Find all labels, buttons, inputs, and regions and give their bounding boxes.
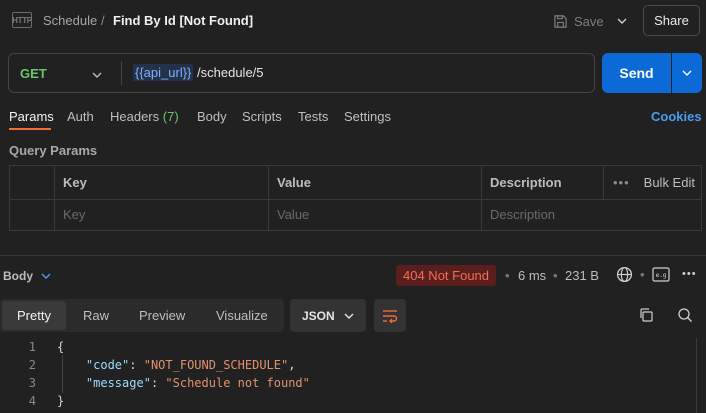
line-number: 4 xyxy=(28,394,36,408)
page-title[interactable]: Find By Id [Not Found] xyxy=(113,13,253,28)
separator-dot: • xyxy=(640,267,645,282)
chevron-down-icon xyxy=(344,313,354,319)
description-input[interactable]: Description xyxy=(490,207,555,222)
response-code[interactable]: 1 2 3 4 { "code": "NOT_FOUND_SCHEDULE", … xyxy=(0,338,700,413)
globe-icon[interactable] xyxy=(616,266,633,286)
column-description: Description xyxy=(490,175,562,190)
key-input[interactable]: Key xyxy=(63,207,85,222)
save-example-icon[interactable]: e.g xyxy=(652,267,670,285)
line-number: 3 xyxy=(28,376,36,390)
wrap-lines-button[interactable] xyxy=(374,299,406,332)
search-icon[interactable] xyxy=(677,307,693,326)
save-icon xyxy=(554,14,567,28)
separator-dot: • xyxy=(553,268,558,283)
svg-text:e.g: e.g xyxy=(656,272,667,279)
http-icon: HTTP xyxy=(12,12,32,28)
tab-body[interactable]: Body xyxy=(197,109,227,124)
tab-params[interactable]: Params xyxy=(9,109,54,124)
code-line: "message": "Schedule not found" xyxy=(85,376,310,390)
query-params-title: Query Params xyxy=(9,143,98,158)
value-input[interactable]: Value xyxy=(277,207,309,222)
code-line: "code": "NOT_FOUND_SCHEDULE", xyxy=(85,358,296,372)
chevron-down-icon xyxy=(41,273,51,279)
method-select[interactable]: GET xyxy=(20,66,47,81)
chevron-down-icon xyxy=(682,70,692,76)
tab-tests[interactable]: Tests xyxy=(298,109,328,124)
url-variable: {{api_url}} xyxy=(133,64,194,81)
response-body-label: Body xyxy=(3,269,33,283)
code-line: { xyxy=(57,340,65,354)
response-size[interactable]: 231 B xyxy=(565,268,599,283)
column-key: Key xyxy=(63,175,87,190)
active-tab-indicator xyxy=(9,128,51,130)
share-button[interactable]: Share xyxy=(643,5,700,36)
bulk-edit-button[interactable]: ••• Bulk Edit xyxy=(613,175,695,190)
url-divider xyxy=(121,61,122,85)
more-icon[interactable]: ••• xyxy=(682,268,697,280)
column-value: Value xyxy=(277,175,311,190)
send-options-button[interactable] xyxy=(672,53,702,93)
url-path: /schedule/5 xyxy=(193,65,264,80)
chevron-down-icon xyxy=(617,18,627,24)
view-preview[interactable]: Preview xyxy=(139,308,185,323)
separator-dot: • xyxy=(505,268,510,283)
more-icon: ••• xyxy=(613,175,630,190)
save-button[interactable]: Save xyxy=(553,8,604,34)
view-visualize[interactable]: Visualize xyxy=(216,308,268,323)
tab-scripts[interactable]: Scripts xyxy=(242,109,282,124)
tab-settings[interactable]: Settings xyxy=(344,109,391,124)
tab-headers[interactable]: Headers (7) xyxy=(110,109,179,124)
breadcrumb-separator: / xyxy=(101,13,105,28)
breadcrumb-parent[interactable]: Schedule xyxy=(43,13,97,28)
code-line: } xyxy=(57,394,65,408)
response-time[interactable]: 6 ms xyxy=(518,268,546,283)
response-body-toggle[interactable]: Body xyxy=(3,269,51,283)
copy-icon[interactable] xyxy=(638,307,654,326)
view-raw[interactable]: Raw xyxy=(83,308,109,323)
scrollbar[interactable] xyxy=(696,338,697,413)
bulk-edit-label: Bulk Edit xyxy=(643,175,695,190)
save-label: Save xyxy=(574,13,604,29)
line-number: 2 xyxy=(28,358,36,372)
send-button[interactable]: Send xyxy=(602,53,671,93)
status-badge[interactable]: 404 Not Found xyxy=(396,265,497,286)
wrap-lines-icon xyxy=(383,309,398,323)
line-number: 1 xyxy=(28,340,36,354)
pane-divider[interactable] xyxy=(0,255,706,256)
headers-count: (7) xyxy=(162,109,179,124)
params-table xyxy=(9,165,702,231)
format-label: JSON xyxy=(302,308,335,323)
url-input[interactable]: {{api_url}} /schedule/5 xyxy=(133,64,264,81)
save-options-button[interactable] xyxy=(610,8,634,34)
view-pretty[interactable]: Pretty xyxy=(17,308,51,323)
cookies-link[interactable]: Cookies xyxy=(651,109,702,124)
chevron-down-icon[interactable] xyxy=(92,66,102,81)
tab-auth[interactable]: Auth xyxy=(67,109,94,124)
format-select[interactable]: JSON xyxy=(290,299,366,332)
